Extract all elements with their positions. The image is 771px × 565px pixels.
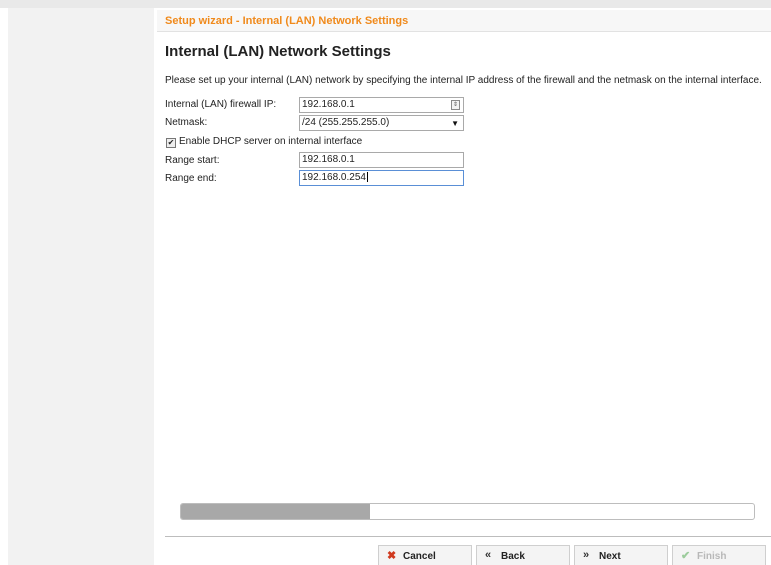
wizard-title-bar: Setup wizard - Internal (LAN) Network Se… <box>157 10 771 32</box>
progress-fill <box>181 504 371 519</box>
ip-picker-icon[interactable]: ⇕ <box>451 100 460 110</box>
firewall-ip-input[interactable]: 192.168.0.1 ⇕ <box>299 97 464 113</box>
cancel-button[interactable]: ✖ Cancel <box>378 545 472 565</box>
finish-button-label: Finish <box>697 551 727 562</box>
firewall-ip-value: 192.168.0.1 <box>302 99 355 110</box>
cancel-button-label: Cancel <box>403 551 436 562</box>
dhcp-checkbox-label: Enable DHCP server on internal interface <box>179 136 363 147</box>
range-end-input[interactable]: 192.168.0.254 <box>299 170 464 186</box>
next-button-label: Next <box>599 551 621 562</box>
back-button-label: Back <box>501 551 525 562</box>
netmask-select[interactable]: /24 (255.255.255.0) ▼ <box>299 115 464 131</box>
finish-button[interactable]: ✔ Finish <box>672 545 766 565</box>
left-navigation-panel <box>8 8 154 565</box>
range-end-value: 192.168.0.254 <box>302 172 366 183</box>
chevron-down-icon: ▼ <box>451 119 459 128</box>
double-chevron-right-icon: » <box>583 549 590 561</box>
netmask-label: Netmask: <box>165 117 208 128</box>
double-chevron-left-icon: « <box>485 549 492 561</box>
wizard-title: Setup wizard - Internal (LAN) Network Se… <box>165 15 409 27</box>
range-start-label: Range start: <box>165 155 220 166</box>
page-description: Please set up your internal (LAN) networ… <box>165 75 762 86</box>
range-start-input[interactable]: 192.168.0.1 <box>299 152 464 168</box>
wizard-progress-bar <box>180 503 755 520</box>
next-button[interactable]: » Next <box>574 545 668 565</box>
range-end-label: Range end: <box>165 173 217 184</box>
firewall-ip-label: Internal (LAN) firewall IP: <box>165 99 277 110</box>
page-title: Internal (LAN) Network Settings <box>165 43 391 60</box>
dhcp-checkbox[interactable]: ✔ <box>166 138 176 148</box>
text-caret <box>366 172 368 183</box>
netmask-selected-value: /24 (255.255.255.0) <box>302 117 390 128</box>
close-icon: ✖ <box>387 550 397 562</box>
top-strip <box>0 0 771 8</box>
checkmark-icon: ✔ <box>681 550 691 562</box>
back-button[interactable]: « Back <box>476 545 570 565</box>
range-start-value: 192.168.0.1 <box>302 154 355 165</box>
footer-divider <box>165 536 771 537</box>
